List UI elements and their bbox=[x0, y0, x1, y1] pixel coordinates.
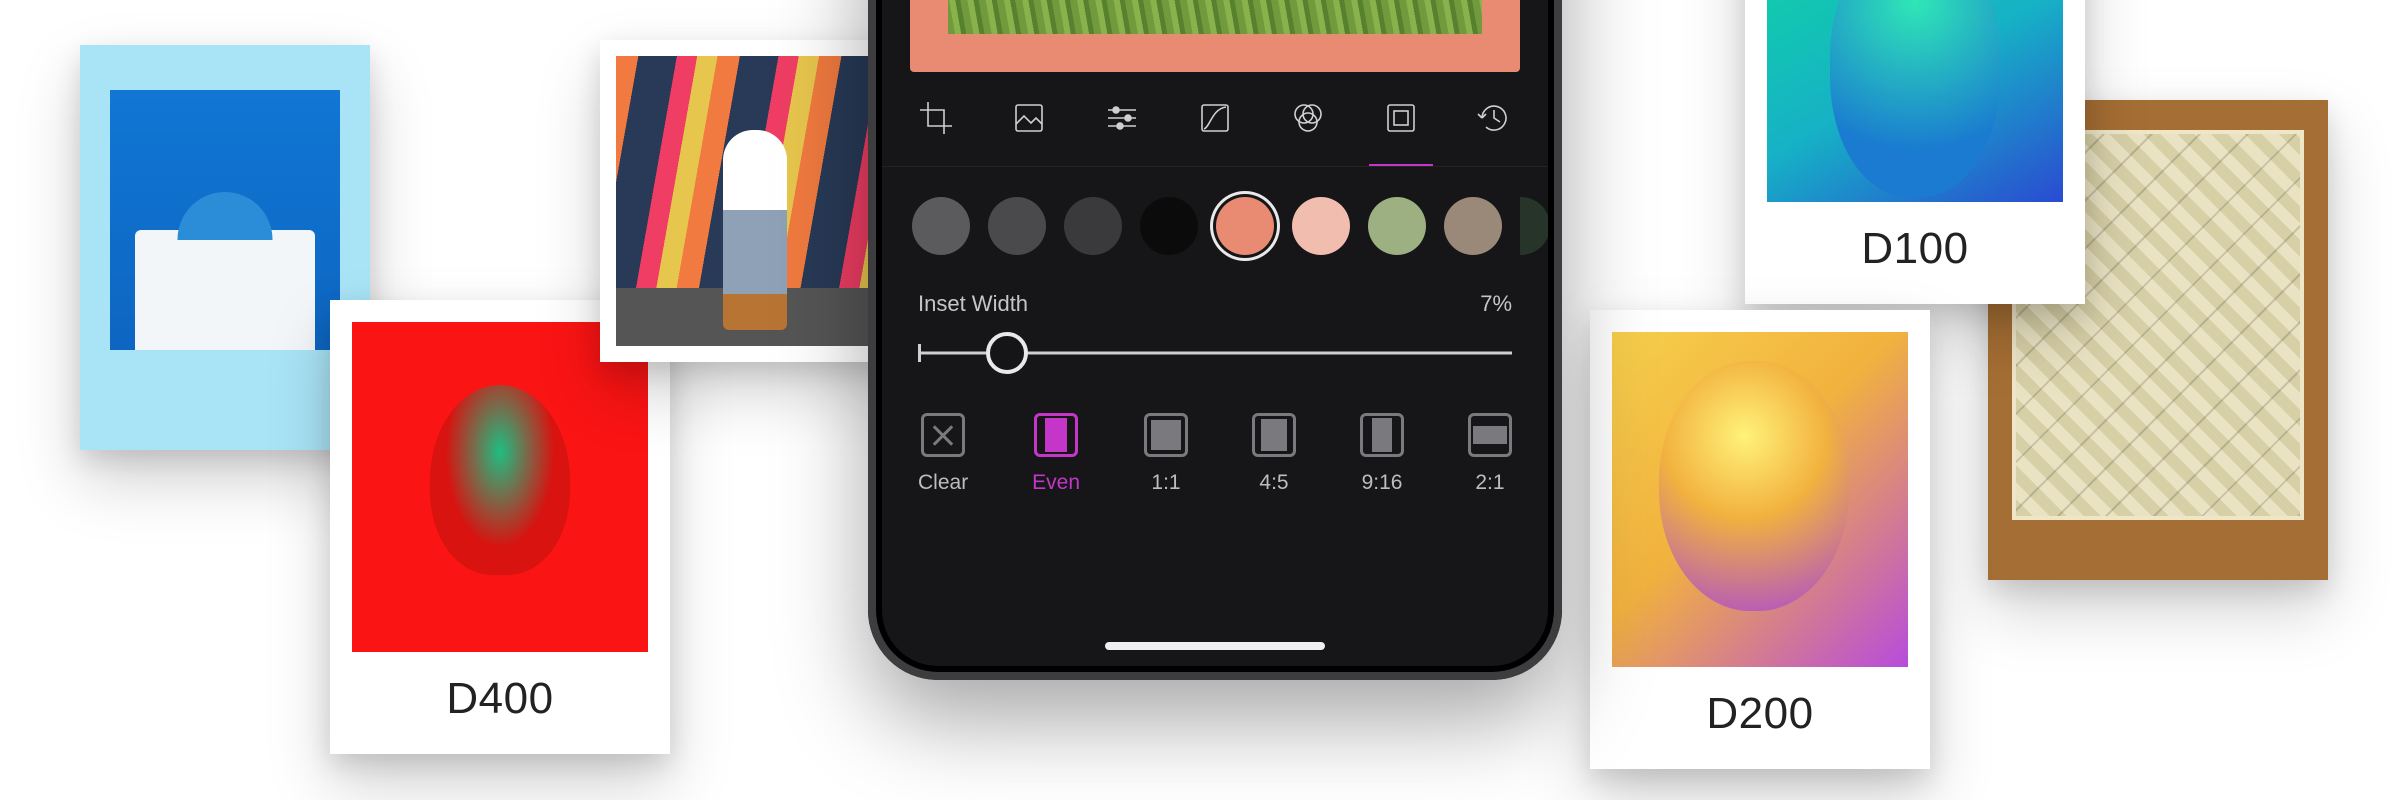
aspect-shape bbox=[1473, 426, 1507, 444]
image-tool[interactable] bbox=[1005, 94, 1053, 142]
slider-label: Inset Width bbox=[918, 291, 1028, 317]
aspect-even[interactable]: Even bbox=[1032, 413, 1080, 495]
filter-label: D100 bbox=[1767, 202, 2063, 304]
sample-image bbox=[1612, 332, 1908, 667]
slider-thumb[interactable] bbox=[986, 332, 1028, 374]
aspect-icon bbox=[921, 413, 965, 457]
aspect-icon bbox=[1468, 413, 1512, 457]
filter-card-d400[interactable]: D400 bbox=[330, 300, 670, 754]
image-preview[interactable] bbox=[948, 0, 1482, 34]
history-tool[interactable] bbox=[1470, 94, 1518, 142]
aspect-ratio-row: Clear Even 1:1 4:5 9:16 2:1 bbox=[882, 383, 1548, 505]
sliders-icon bbox=[1102, 98, 1142, 138]
aspect-icon bbox=[1144, 413, 1188, 457]
color-tool[interactable] bbox=[1284, 94, 1332, 142]
sliders-tool[interactable] bbox=[1098, 94, 1146, 142]
aspect-shape bbox=[1151, 420, 1181, 450]
color-swatch[interactable] bbox=[988, 197, 1046, 255]
inset-width-slider[interactable] bbox=[918, 333, 1512, 373]
filter-label: D200 bbox=[1612, 667, 1908, 769]
aspect-2-1[interactable]: 2:1 bbox=[1468, 413, 1512, 495]
aspect-label: 4:5 bbox=[1259, 471, 1288, 495]
aspect-icon bbox=[1360, 413, 1404, 457]
color-icon bbox=[1288, 98, 1328, 138]
sample-image bbox=[110, 90, 340, 350]
aspect-label: 9:16 bbox=[1362, 471, 1403, 495]
filter-label: D400 bbox=[352, 652, 648, 754]
curves-tool[interactable] bbox=[1191, 94, 1239, 142]
image-preview-frame bbox=[910, 0, 1520, 72]
aspect-label: 2:1 bbox=[1475, 471, 1504, 495]
filter-card-d200[interactable]: D200 bbox=[1590, 310, 1930, 769]
phone-screen: Inset Width 7% Clear Even 1:1 4:5 9:16 2:1 bbox=[882, 0, 1548, 666]
color-swatch-row bbox=[882, 167, 1548, 265]
sample-image bbox=[1767, 0, 2063, 202]
aspect-label: 1:1 bbox=[1151, 471, 1180, 495]
color-swatch[interactable] bbox=[1444, 197, 1502, 255]
aspect-label: Even bbox=[1032, 471, 1080, 495]
aspect-shape bbox=[1372, 418, 1392, 452]
slider-origin-tick bbox=[918, 344, 921, 362]
aspect-icon bbox=[1252, 413, 1296, 457]
sample-card-church bbox=[80, 45, 370, 450]
crop-icon bbox=[916, 98, 956, 138]
slider-value: 7% bbox=[1480, 291, 1512, 317]
frame-tool[interactable] bbox=[1377, 94, 1425, 142]
color-swatch[interactable] bbox=[1520, 197, 1548, 255]
aspect-1-1[interactable]: 1:1 bbox=[1144, 413, 1188, 495]
filter-card-d100[interactable]: D100 bbox=[1745, 0, 2085, 304]
color-swatch[interactable] bbox=[1368, 197, 1426, 255]
aspect-icon bbox=[1034, 413, 1078, 457]
sample-image bbox=[352, 322, 648, 652]
frame-icon bbox=[1381, 98, 1421, 138]
crop-tool[interactable] bbox=[912, 94, 960, 142]
tool-row bbox=[882, 94, 1548, 167]
home-indicator[interactable] bbox=[1105, 642, 1325, 650]
slider-block: Inset Width 7% bbox=[882, 265, 1548, 383]
curves-icon bbox=[1195, 98, 1235, 138]
phone-frame: Inset Width 7% Clear Even 1:1 4:5 9:16 2:1 bbox=[868, 0, 1562, 680]
aspect-clear[interactable]: Clear bbox=[918, 413, 968, 495]
aspect-9-16[interactable]: 9:16 bbox=[1360, 413, 1404, 495]
image-icon bbox=[1009, 98, 1049, 138]
color-swatch[interactable] bbox=[1292, 197, 1350, 255]
aspect-shape bbox=[1261, 419, 1287, 451]
sample-image bbox=[616, 56, 894, 346]
aspect-shape bbox=[1045, 418, 1067, 452]
history-icon bbox=[1474, 98, 1514, 138]
aspect-label: Clear bbox=[918, 471, 968, 495]
color-swatch[interactable] bbox=[1064, 197, 1122, 255]
color-swatch[interactable] bbox=[1140, 197, 1198, 255]
color-swatch[interactable] bbox=[912, 197, 970, 255]
aspect-4-5[interactable]: 4:5 bbox=[1252, 413, 1296, 495]
sample-card-mural bbox=[600, 40, 910, 362]
color-swatch[interactable] bbox=[1216, 197, 1274, 255]
